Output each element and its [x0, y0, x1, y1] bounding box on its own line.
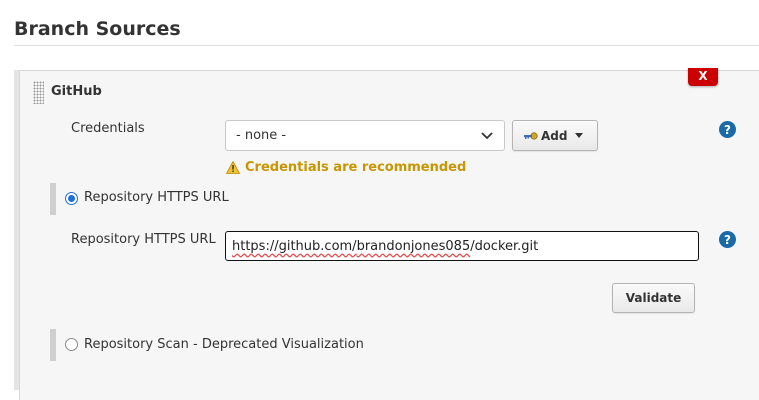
credentials-select[interactable]: - none - [225, 120, 505, 151]
repository-url-help-icon[interactable]: ? [719, 231, 736, 248]
radio-repository-scan-label[interactable]: Repository Scan - Deprecated Visualizati… [84, 337, 364, 352]
section-title: Branch Sources [14, 18, 181, 40]
option-bar [50, 183, 56, 215]
radio-https-url-label[interactable]: Repository HTTPS URL [84, 190, 229, 205]
warning-text: Credentials are recommended [245, 160, 467, 175]
drag-handle[interactable] [33, 81, 44, 104]
add-button-label: Add [541, 128, 568, 143]
delete-button[interactable]: X [688, 68, 718, 86]
option-bar [50, 329, 56, 361]
add-credentials-button[interactable]: Add [512, 120, 598, 151]
credentials-select-value: - none - [236, 128, 287, 143]
credentials-warning: Credentials are recommended [226, 160, 466, 175]
credentials-label: Credentials [71, 121, 145, 136]
validate-button[interactable]: Validate [612, 283, 695, 313]
url-part-2: brandonjones085 [356, 238, 471, 254]
url-part-1: https://github.com/ [232, 238, 357, 254]
chevron-down-icon [480, 129, 494, 143]
credentials-help-icon[interactable]: ? [719, 121, 736, 138]
panel-title: GitHub [51, 84, 102, 99]
repository-url-input[interactable]: https://github.com/brandonjones085/docke… [225, 231, 699, 261]
radio-repository-scan[interactable] [65, 338, 78, 351]
radio-https-url[interactable] [65, 192, 78, 205]
url-part-3: /docker.git [470, 238, 539, 254]
warning-icon [226, 161, 240, 174]
section-divider [14, 45, 759, 46]
repository-url-label: Repository HTTPS URL [71, 232, 216, 247]
caret-down-icon [575, 133, 584, 138]
key-icon [523, 131, 539, 141]
